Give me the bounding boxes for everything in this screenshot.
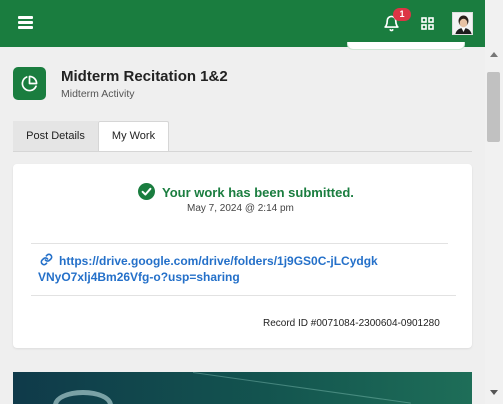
- apps-grid-icon[interactable]: [421, 17, 434, 30]
- scroll-down-arrow-icon[interactable]: [490, 390, 498, 395]
- scroll-thumb[interactable]: [487, 72, 500, 142]
- tab-post-details[interactable]: Post Details: [13, 121, 98, 152]
- notification-badge: 1: [393, 8, 411, 21]
- submission-link[interactable]: https://drive.google.com/drive/folders/1…: [38, 253, 378, 285]
- user-avatar[interactable]: [452, 12, 473, 35]
- post-title: Midterm Recitation 1&2: [61, 68, 228, 85]
- hamburger-menu-icon[interactable]: [18, 16, 33, 29]
- submission-date: May 7, 2024 @ 2:14 pm: [187, 203, 294, 214]
- check-circle-icon: [138, 183, 155, 200]
- banner-image: [13, 372, 472, 404]
- divider: [31, 295, 456, 296]
- submission-status: Your work has been submitted.: [162, 185, 354, 200]
- header-button-edge: [347, 42, 465, 50]
- scrollbar[interactable]: [485, 0, 503, 404]
- top-navbar: 1: [0, 0, 485, 47]
- record-id: Record ID #0071084-2300604-0901280: [263, 318, 440, 329]
- pie-chart-icon: [13, 67, 46, 100]
- divider: [31, 243, 448, 244]
- scroll-up-arrow-icon[interactable]: [490, 52, 498, 57]
- tabs-divider: [13, 151, 472, 152]
- tab-my-work[interactable]: My Work: [98, 121, 169, 152]
- post-subtitle: Midterm Activity: [61, 88, 135, 100]
